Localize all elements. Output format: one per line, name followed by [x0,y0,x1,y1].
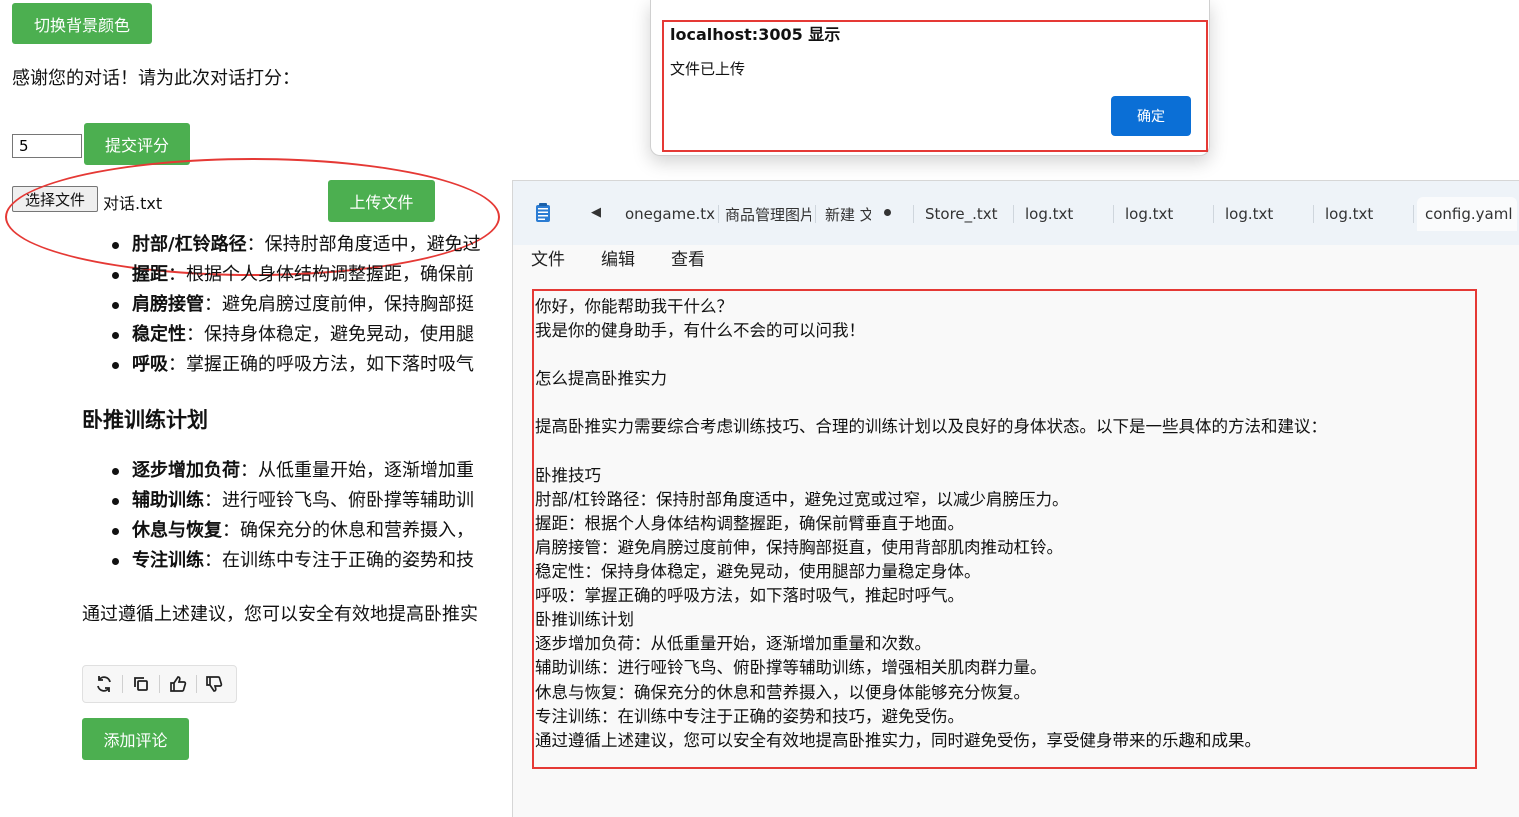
notepad-app-icon [535,203,551,223]
annotation-box-dialog [662,20,1208,152]
list-item: 辅助训练：进行哑铃飞鸟、俯卧撑等辅助训 [106,486,474,516]
tab-store[interactable]: Store_.txt [925,197,1015,231]
list-item-desc: ：在训练中专注于正确的姿势和技 [204,550,474,571]
list-item-term: 肩膀接管 [132,294,204,315]
list-item-term: 稳定性 [132,324,186,345]
rating-input[interactable] [12,134,82,158]
tab-onegame[interactable]: onegame.txt [625,197,715,231]
tab-log-1[interactable]: log.txt [1025,197,1105,231]
divider [718,205,719,223]
plan-heading: 卧推训练计划 [82,408,208,432]
divider [913,205,914,223]
list-item-desc: ：确保充分的休息和营养摄入， [222,520,474,541]
tab-scroll-left-icon[interactable]: ◀ [591,205,601,220]
tab-config-yaml[interactable]: config.yaml [1417,197,1517,231]
list-item: 休息与恢复：确保充分的休息和营养摄入， [106,516,474,546]
list-item-term: 握距 [132,264,168,285]
menu-file[interactable]: 文件 [531,245,565,270]
divider [1213,205,1214,223]
copy-icon[interactable] [128,671,154,697]
refresh-icon[interactable] [91,671,117,697]
annotation-box-notepad [532,289,1477,769]
list-item-desc: ：根据个人身体结构调整握距，确保前 [168,264,474,285]
rating-prompt: 感谢您的对话！请为此次对话打分： [12,68,300,89]
notepad-tabbar: ◀ onegame.txt 商品管理图片 新建 文 Store_.txt log… [513,181,1519,245]
conclusion-text: 通过遵循上述建议，您可以安全有效地提高卧推实 [82,604,478,625]
divider [158,675,160,693]
list-item: 握距：根据个人身体结构调整握距，确保前 [106,260,481,290]
divider [1313,205,1314,223]
alert-dialog: localhost:3005 显示 文件已上传 确定 [650,0,1210,156]
tab-log-4[interactable]: log.txt [1325,197,1405,231]
menu-view[interactable]: 查看 [671,245,705,270]
list-item-desc: ：掌握正确的呼吸方法，如下落时吸气 [168,354,474,375]
thumbs-up-icon[interactable] [165,671,191,697]
list-item-desc: ：从低重量开始，逐渐增加重 [240,460,474,481]
tab-new-file[interactable]: 新建 文 [825,197,871,231]
divider [1113,205,1114,223]
submit-rating-button[interactable]: 提交评分 [84,123,190,165]
notepad-menubar [513,245,1519,275]
list-item-term: 肘部/杠铃路径 [132,234,247,255]
plan-list: 逐步增加负荷：从低重量开始，逐渐增加重 辅助训练：进行哑铃飞鸟、俯卧撑等辅助训 … [106,456,474,576]
unsaved-dot-icon [884,209,891,216]
tips-list: 肘部/杠铃路径：保持肘部角度适中，避免过 握距：根据个人身体结构调整握距，确保前… [106,230,481,380]
message-actions [82,665,237,703]
list-item: 肘部/杠铃路径：保持肘部角度适中，避免过 [106,230,481,260]
tab-log-2[interactable]: log.txt [1125,197,1205,231]
menu-edit[interactable]: 编辑 [601,245,635,270]
list-item-desc: ：保持肘部角度适中，避免过 [246,234,481,255]
divider [1013,205,1014,223]
list-item: 呼吸：掌握正确的呼吸方法，如下落时吸气 [106,350,481,380]
list-item-term: 呼吸 [132,354,168,375]
tab-product-images[interactable]: 商品管理图片 [725,197,811,231]
divider [815,205,816,223]
list-item-term: 专注训练 [132,550,204,571]
divider [195,675,197,693]
divider [122,675,124,693]
list-item-desc: ：避免肩膀过度前伸，保持胸部挺 [204,294,474,315]
list-item-desc: ：进行哑铃飞鸟、俯卧撑等辅助训 [204,490,474,511]
list-item: 逐步增加负荷：从低重量开始，逐渐增加重 [106,456,474,486]
list-item: 稳定性：保持身体稳定，避免晃动，使用腿 [106,320,481,350]
list-item: 专注训练：在训练中专注于正确的姿势和技 [106,546,474,576]
thumbs-down-icon[interactable] [201,671,227,697]
toggle-background-button[interactable]: 切换背景颜色 [12,3,152,44]
list-item: 肩膀接管：避免肩膀过度前伸，保持胸部挺 [106,290,481,320]
notepad-window: ◀ onegame.txt 商品管理图片 新建 文 Store_.txt log… [512,180,1519,817]
divider [1413,205,1414,223]
tab-log-3[interactable]: log.txt [1225,197,1305,231]
add-comment-button[interactable]: 添加评论 [82,718,189,760]
list-item-term: 休息与恢复 [132,520,222,541]
list-item-desc: ：保持身体稳定，避免晃动，使用腿 [186,324,474,345]
list-item-term: 辅助训练 [132,490,204,511]
list-item-term: 逐步增加负荷 [132,460,240,481]
